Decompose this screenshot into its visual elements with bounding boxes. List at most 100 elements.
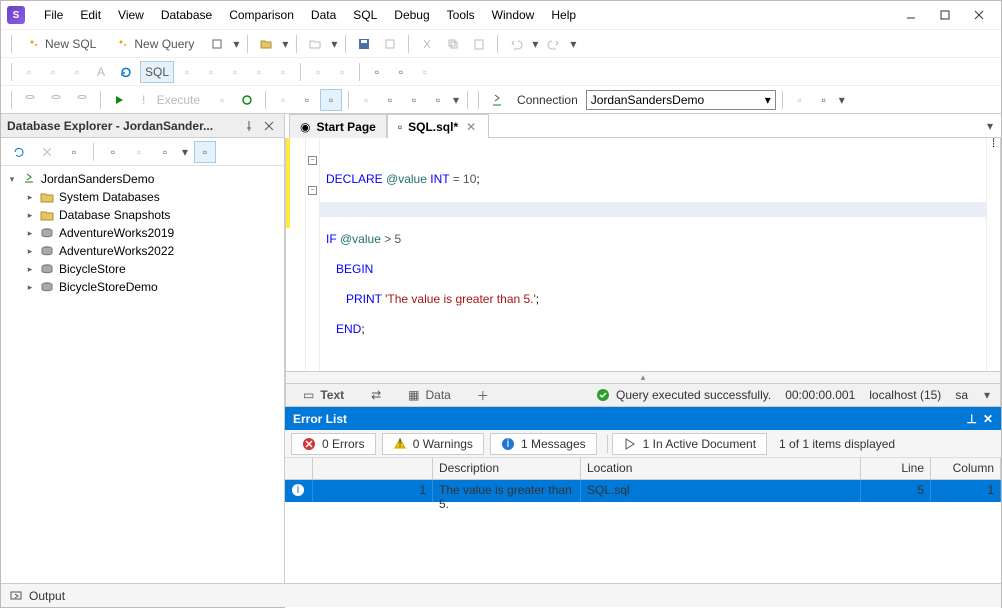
expand-icon[interactable]: ▸: [25, 210, 35, 221]
save-all-button[interactable]: [378, 33, 402, 55]
new-sql-button[interactable]: New SQL: [18, 33, 105, 55]
db-tool-b[interactable]: [44, 89, 68, 111]
dbx-delete-button[interactable]: [35, 141, 59, 163]
error-list-pin-icon[interactable]: ⊥: [966, 412, 976, 426]
menu-file[interactable]: File: [37, 5, 70, 25]
menu-view[interactable]: View: [111, 5, 151, 25]
execute-button[interactable]: ! Execute: [133, 89, 209, 111]
menu-database[interactable]: Database: [154, 5, 219, 25]
expand-icon[interactable]: ▸: [25, 264, 35, 275]
reopen-button[interactable]: [303, 33, 327, 55]
save-button[interactable]: [352, 33, 376, 55]
tree-item[interactable]: ▸AdventureWorks2019: [1, 224, 284, 242]
col-column[interactable]: Column: [931, 458, 1001, 479]
result-add-button[interactable]: ＋: [472, 384, 494, 406]
connection-select[interactable]: JordanSandersDemo ▾: [586, 90, 776, 110]
refresh-exec-button[interactable]: [235, 89, 259, 111]
expand-icon[interactable]: ▸: [25, 192, 35, 203]
connection-add-button[interactable]: [485, 89, 509, 111]
expand-icon[interactable]: ▾: [7, 174, 17, 185]
editor-splitter[interactable]: ▴: [285, 372, 1001, 384]
tool-e[interactable]: ▫: [176, 61, 198, 83]
filter-active-doc[interactable]: 1 In Active Document: [612, 433, 767, 455]
tool-n[interactable]: ▫: [414, 61, 436, 83]
exec-tool-a[interactable]: ▫: [272, 89, 294, 111]
result-swap-button[interactable]: ⇄: [365, 384, 387, 406]
dbx-tool-b[interactable]: ▫: [154, 141, 176, 163]
close-button[interactable]: [963, 3, 995, 27]
tool-d[interactable]: A: [90, 61, 112, 83]
tool-g[interactable]: ▫: [224, 61, 246, 83]
exec-tool-g-dd[interactable]: ▾: [451, 93, 461, 107]
dbx-tool-a[interactable]: ▫: [128, 141, 150, 163]
col-line[interactable]: Line: [861, 458, 931, 479]
paste-button[interactable]: [467, 33, 491, 55]
menu-comparison[interactable]: Comparison: [222, 5, 301, 25]
filter-errors[interactable]: 0 Errors: [291, 433, 376, 455]
result-menu-dd[interactable]: ▾: [982, 388, 992, 402]
tool-f[interactable]: ▫: [200, 61, 222, 83]
fold-icon[interactable]: −: [308, 186, 317, 195]
tree-item[interactable]: ▸Database Snapshots: [1, 206, 284, 224]
tree-item[interactable]: ▸BicycleStoreDemo: [1, 278, 284, 296]
menu-debug[interactable]: Debug: [387, 5, 436, 25]
menu-sql[interactable]: SQL: [346, 5, 384, 25]
undo-button[interactable]: [504, 33, 528, 55]
pin-icon[interactable]: [240, 117, 258, 135]
redo-button[interactable]: [542, 33, 566, 55]
sql-mode-button[interactable]: SQL: [140, 61, 174, 83]
exec-tool-b[interactable]: ▫: [296, 89, 318, 111]
tool-b[interactable]: ▫: [42, 61, 64, 83]
tool-i[interactable]: ▫: [272, 61, 294, 83]
scroll-indicator[interactable]: ⁞: [986, 138, 1000, 371]
dbx-newwin-button[interactable]: ▫: [63, 141, 85, 163]
tree-item[interactable]: ▸BicycleStore: [1, 260, 284, 278]
open-dropdown[interactable]: ▾: [280, 37, 290, 51]
dbx-refresh-button[interactable]: [7, 141, 31, 163]
result-data-tab[interactable]: ▦Data: [399, 384, 460, 406]
tab-sql[interactable]: ▫ SQL.sql* ✕: [387, 114, 489, 138]
dbx-conn-button[interactable]: ▫: [102, 141, 124, 163]
fold-icon[interactable]: −: [308, 156, 317, 165]
copy-button[interactable]: [441, 33, 465, 55]
minimize-button[interactable]: [895, 3, 927, 27]
col-description[interactable]: Description: [433, 458, 581, 479]
menu-data[interactable]: Data: [304, 5, 343, 25]
tabs-menu-dd[interactable]: ▾: [985, 119, 995, 133]
maximize-button[interactable]: [929, 3, 961, 27]
exec-tool-f[interactable]: ▫: [403, 89, 425, 111]
tab-start-page[interactable]: ◉ Start Page: [289, 114, 387, 138]
tool-a[interactable]: ▫: [18, 61, 40, 83]
error-row[interactable]: i 1 The value is greater than 5. SQL.sql…: [285, 480, 1001, 502]
tree-root[interactable]: ▾ JordanSandersDemo: [1, 170, 284, 188]
new-item-dropdown[interactable]: ▾: [231, 37, 241, 51]
menu-tools[interactable]: Tools: [440, 5, 482, 25]
expand-icon[interactable]: ▸: [25, 246, 35, 257]
menu-edit[interactable]: Edit: [73, 5, 108, 25]
result-text-tab[interactable]: ▭Text: [294, 384, 353, 406]
conn-tool-a[interactable]: ▫: [789, 89, 811, 111]
tab-close-icon[interactable]: ✕: [464, 120, 478, 134]
code-editor[interactable]: DECLARE @value INT = 10; IF @value > 5 B…: [320, 138, 986, 371]
tool-c[interactable]: ▫: [66, 61, 88, 83]
exec-tool-c[interactable]: ▫: [320, 89, 342, 111]
filter-messages[interactable]: i 1 Messages: [490, 433, 597, 455]
tool-h[interactable]: ▫: [248, 61, 270, 83]
dbx-tool-b-dd[interactable]: ▾: [180, 145, 190, 159]
exec-tool-e[interactable]: ▫: [379, 89, 401, 111]
open-button[interactable]: [254, 33, 278, 55]
reopen-dropdown[interactable]: ▾: [329, 37, 339, 51]
stop-button[interactable]: ▫: [211, 89, 233, 111]
panel-close-icon[interactable]: [260, 117, 278, 135]
refresh-button[interactable]: [114, 61, 138, 83]
menu-help[interactable]: Help: [544, 5, 583, 25]
redo-dropdown[interactable]: ▾: [568, 37, 578, 51]
tree-item[interactable]: ▸System Databases: [1, 188, 284, 206]
conn-tool-b[interactable]: ▫: [813, 89, 835, 111]
db-tool-a[interactable]: [18, 89, 42, 111]
tree-item[interactable]: ▸AdventureWorks2022: [1, 242, 284, 260]
run-button[interactable]: [107, 89, 131, 111]
exec-tool-d[interactable]: ▫: [355, 89, 377, 111]
tool-k[interactable]: ▫: [331, 61, 353, 83]
dbx-copy-button[interactable]: ▫: [194, 141, 216, 163]
